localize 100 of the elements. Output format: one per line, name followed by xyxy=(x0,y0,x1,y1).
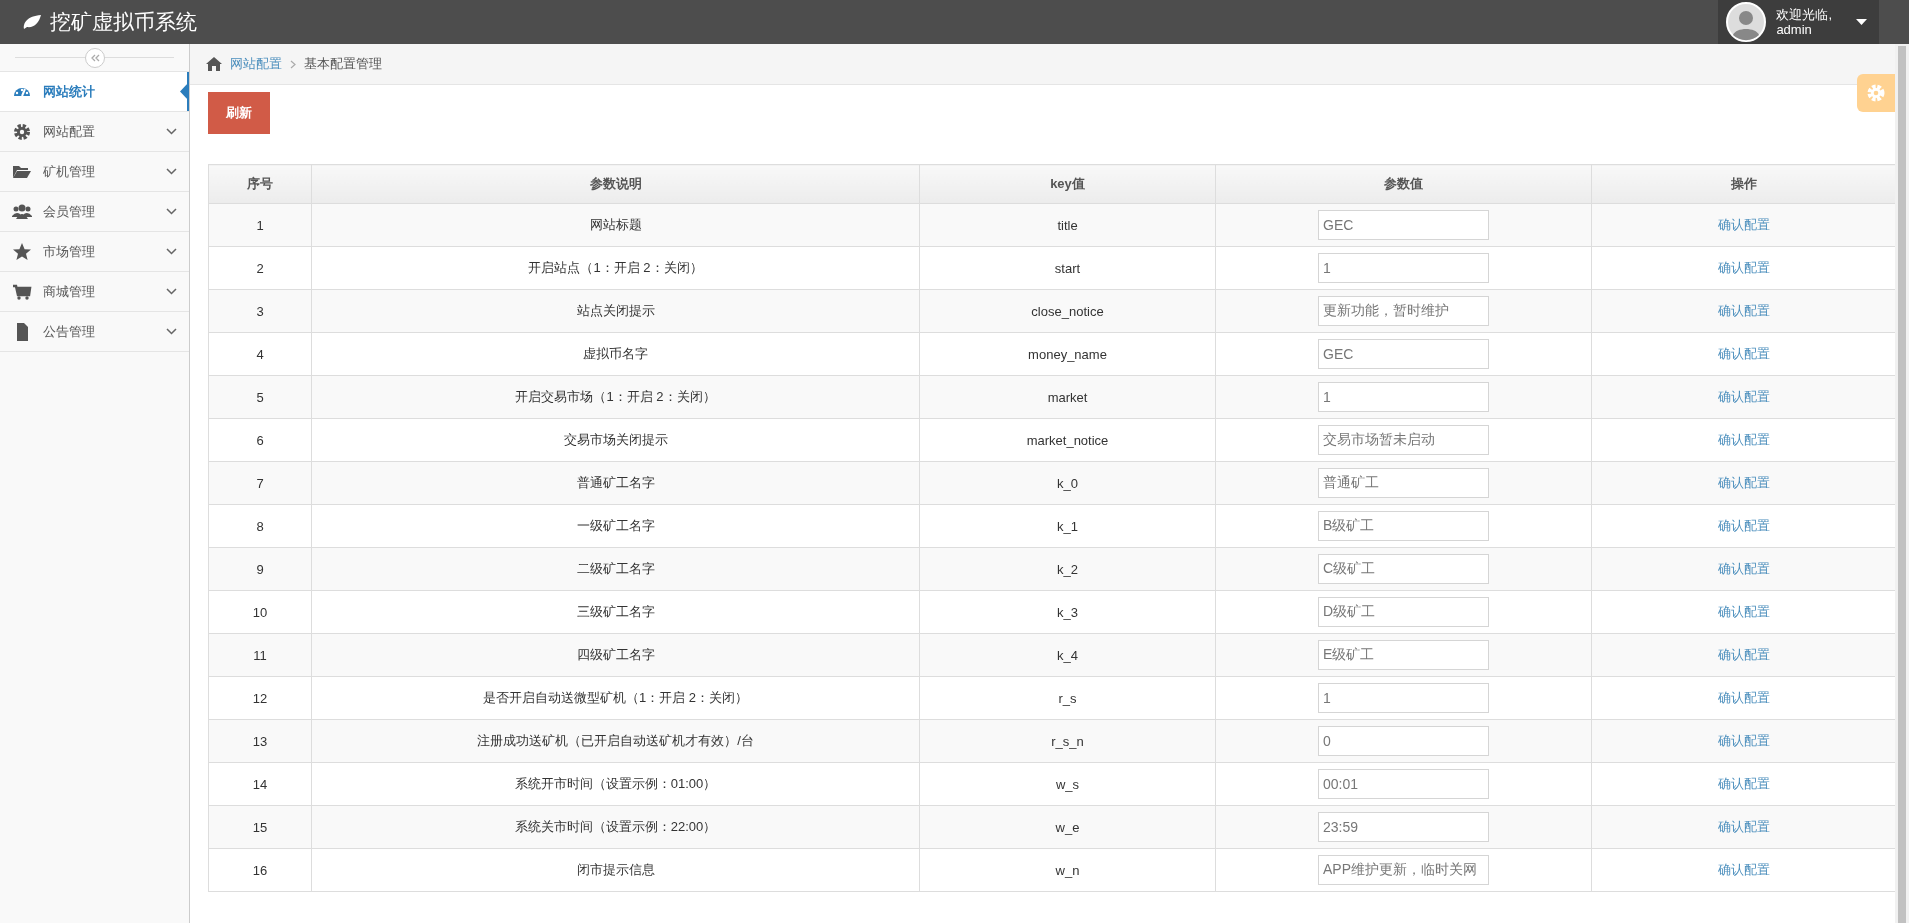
column-header: 参数说明 xyxy=(311,164,920,204)
value-input-field[interactable]: APP维护更新，临时关网 xyxy=(1318,855,1489,885)
table-cell: 2 xyxy=(208,246,312,290)
star-icon xyxy=(12,241,32,262)
sidebar-item[interactable]: 网站配置 xyxy=(0,112,189,152)
confirm-link[interactable]: 确认配置 xyxy=(1717,518,1770,533)
table-cell: 四级矿工名字 xyxy=(311,633,920,677)
table-cell: w_n xyxy=(919,848,1216,892)
table-cell: 普通矿工名字 xyxy=(311,461,920,505)
app-title: 挖矿虚拟币系统 xyxy=(50,9,197,35)
table-cell: k_3 xyxy=(919,590,1216,634)
chevron-right-icon xyxy=(290,59,296,69)
table-cell: 开启交易市场（1：开启 2：关闭） xyxy=(311,375,920,419)
table-cell: k_4 xyxy=(919,633,1216,677)
collapse-button[interactable] xyxy=(84,47,105,68)
table-cell: 8 xyxy=(208,504,312,548)
gear-icon xyxy=(12,121,32,142)
column-header: key值 xyxy=(919,164,1216,204)
value-input-field[interactable]: 普通矿工 xyxy=(1318,468,1489,498)
table-cell: 网站标题 xyxy=(311,203,920,247)
double-chevron-icon xyxy=(89,53,100,62)
table-cell: 16 xyxy=(208,848,312,892)
value-input-field[interactable]: C级矿工 xyxy=(1318,554,1489,584)
sidebar-item[interactable]: 会员管理 xyxy=(0,192,189,232)
table-cell: k_0 xyxy=(919,461,1216,505)
value-input-field[interactable]: 更新功能，暂时维护 xyxy=(1318,296,1489,326)
table-cell: k_1 xyxy=(919,504,1216,548)
confirm-link[interactable]: 确认配置 xyxy=(1717,819,1770,834)
table-cell: 开启站点（1：开启 2：关闭） xyxy=(311,246,920,290)
table-cell: 三级矿工名字 xyxy=(311,590,920,634)
greeting-text: 欢迎光临, xyxy=(1776,7,1832,22)
table-cell: money_name xyxy=(919,332,1216,376)
confirm-link[interactable]: 确认配置 xyxy=(1717,389,1770,404)
table-cell: 一级矿工名字 xyxy=(311,504,920,548)
table-cell: start xyxy=(919,246,1216,290)
table-cell: 15 xyxy=(208,805,312,849)
table-cell: 11 xyxy=(208,633,312,677)
table-cell: 是否开启自动送微型矿机（1：开启 2：关闭） xyxy=(311,676,920,720)
table-cell: 二级矿工名字 xyxy=(311,547,920,591)
avatar-icon[interactable] xyxy=(1726,2,1767,42)
confirm-link[interactable]: 确认配置 xyxy=(1717,260,1770,275)
breadcrumb-link[interactable]: 网站配置 xyxy=(230,55,282,73)
confirm-link[interactable]: 确认配置 xyxy=(1717,303,1770,318)
scrollbar[interactable] xyxy=(1895,44,1909,923)
column-header: 参数值 xyxy=(1215,164,1592,204)
table-cell: k_2 xyxy=(919,547,1216,591)
table-cell: 12 xyxy=(208,676,312,720)
table-cell: 系统关市时间（设置示例：22:00） xyxy=(311,805,920,849)
settings-icon xyxy=(1866,83,1886,103)
confirm-link[interactable]: 确认配置 xyxy=(1717,776,1770,791)
caret-icon[interactable] xyxy=(1856,19,1867,25)
confirm-link[interactable]: 确认配置 xyxy=(1717,217,1770,232)
value-input-field[interactable]: 00:01 xyxy=(1318,769,1489,799)
confirm-link[interactable]: 确认配置 xyxy=(1717,432,1770,447)
sidebar-item[interactable]: 市场管理 xyxy=(0,232,189,272)
table-cell: 注册成功送矿机（已开启自动送矿机才有效）/台 xyxy=(311,719,920,763)
confirm-link[interactable]: 确认配置 xyxy=(1717,561,1770,576)
confirm-link[interactable]: 确认配置 xyxy=(1717,475,1770,490)
confirm-link[interactable]: 确认配置 xyxy=(1717,733,1770,748)
value-input-field[interactable]: 1 xyxy=(1318,382,1489,412)
table-cell: 交易市场关闭提示 xyxy=(311,418,920,462)
table-cell: 站点关闭提示 xyxy=(311,289,920,333)
value-input-field[interactable]: GEC xyxy=(1318,339,1489,369)
refresh-button[interactable]: 刷新 xyxy=(208,92,270,134)
table-cell: 虚拟币名字 xyxy=(311,332,920,376)
table-cell: 13 xyxy=(208,719,312,763)
confirm-link[interactable]: 确认配置 xyxy=(1717,346,1770,361)
active-pointer-icon xyxy=(180,82,189,101)
value-input-field[interactable]: B级矿工 xyxy=(1318,511,1489,541)
value-input-field[interactable]: 0 xyxy=(1318,726,1489,756)
confirm-link[interactable]: 确认配置 xyxy=(1717,647,1770,662)
column-header: 序号 xyxy=(208,164,312,204)
sidebar-item[interactable]: 网站统计 xyxy=(0,72,189,112)
confirm-link[interactable]: 确认配置 xyxy=(1717,690,1770,705)
table-cell: 1 xyxy=(208,203,312,247)
value-input-field[interactable]: 23:59 xyxy=(1318,812,1489,842)
confirm-link[interactable]: 确认配置 xyxy=(1717,604,1770,619)
value-input-field[interactable]: 1 xyxy=(1318,683,1489,713)
sidebar-item[interactable]: 公告管理 xyxy=(0,312,189,352)
confirm-link[interactable]: 确认配置 xyxy=(1717,862,1770,877)
table-cell: 闭市提示信息 xyxy=(311,848,920,892)
settings-button[interactable] xyxy=(1857,74,1895,112)
table-cell: w_e xyxy=(919,805,1216,849)
table-cell: market_notice xyxy=(919,418,1216,462)
table-cell: r_s xyxy=(919,676,1216,720)
username[interactable]: admin xyxy=(1776,22,1832,37)
column-header: 操作 xyxy=(1591,164,1896,204)
table-cell: 9 xyxy=(208,547,312,591)
sidebar-item[interactable]: 商城管理 xyxy=(0,272,189,312)
value-input-field[interactable]: GEC xyxy=(1318,210,1489,240)
value-input-field[interactable]: 交易市场暂未启动 xyxy=(1318,425,1489,455)
value-input-field[interactable]: E级矿工 xyxy=(1318,640,1489,670)
value-input-field[interactable]: 1 xyxy=(1318,253,1489,283)
table-cell: 7 xyxy=(208,461,312,505)
value-input-field[interactable]: D级矿工 xyxy=(1318,597,1489,627)
sidebar-item[interactable]: 矿机管理 xyxy=(0,152,189,192)
leaf-icon xyxy=(22,14,42,30)
table-cell: r_s_n xyxy=(919,719,1216,763)
table-cell: market xyxy=(919,375,1216,419)
table-cell: close_notice xyxy=(919,289,1216,333)
